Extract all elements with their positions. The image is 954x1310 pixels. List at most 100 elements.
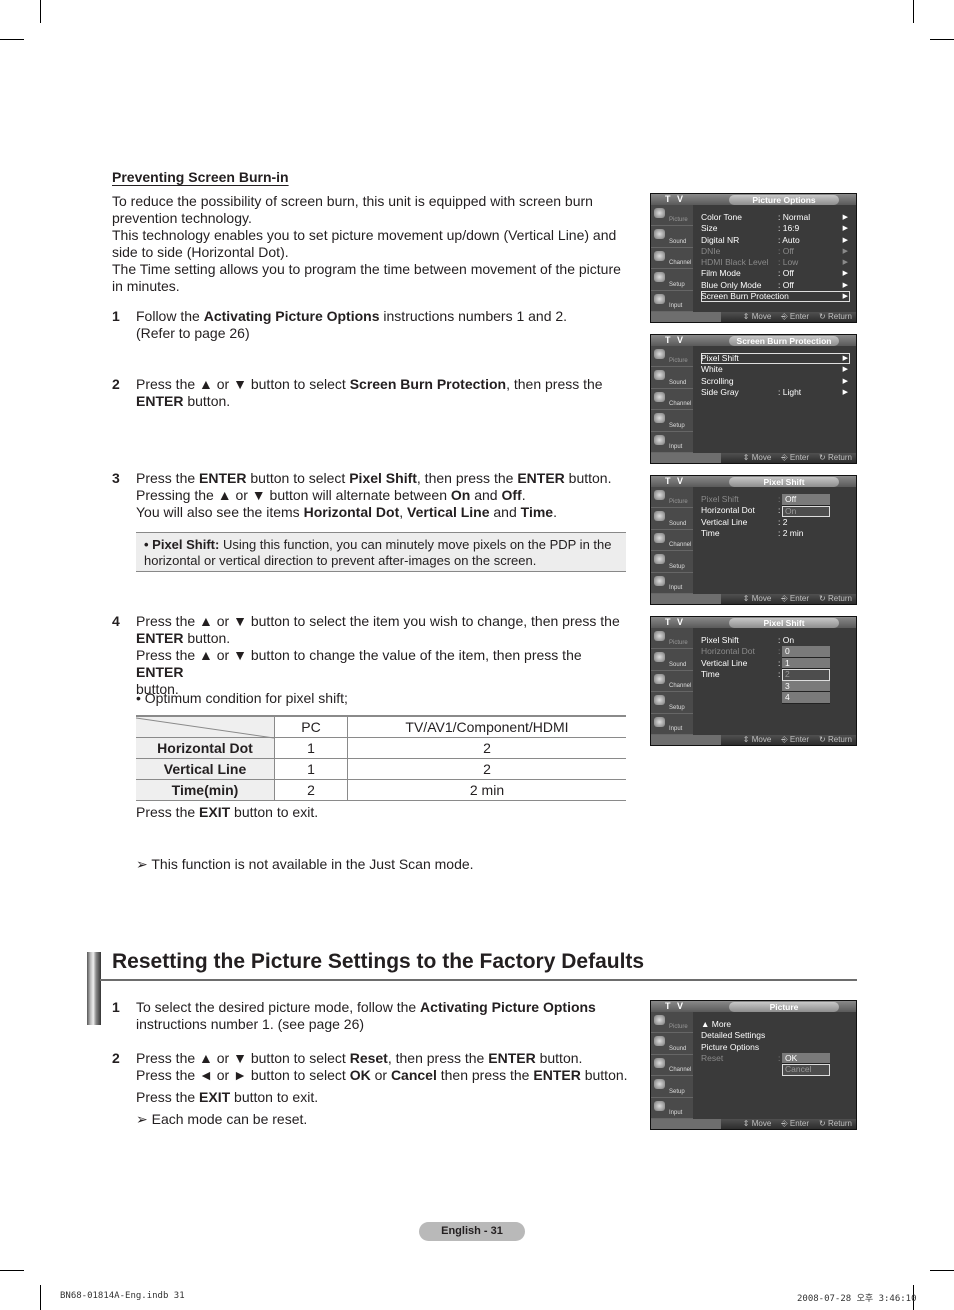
menu-item[interactable]: Color Tone: Normal ▶ (701, 212, 850, 223)
enter-icon: ⎆ (781, 1119, 790, 1128)
menu-item-value: : Low (778, 257, 799, 268)
value-dropdown[interactable]: Off On (782, 494, 830, 517)
dropdown-option[interactable]: 1 (782, 657, 830, 670)
menu-item-label: Time (701, 527, 720, 538)
menu-item[interactable]: White ▶ (701, 364, 850, 375)
sidebar-item-sound[interactable]: Sound (651, 508, 693, 530)
tv-sidebar: Picture Sound Channel Setup Input (651, 487, 693, 594)
tv-title-bar: T V Pixel Shift (651, 617, 856, 628)
text-run: then press the (436, 1067, 534, 1083)
sidebar-item-channel[interactable]: Channel (651, 1055, 693, 1077)
menu-item[interactable]: Pixel Shift: On (701, 635, 850, 646)
sidebar-item-setup[interactable]: Setup (651, 551, 693, 573)
text-run: , then press the (506, 376, 603, 392)
sidebar-item-channel[interactable]: Channel (651, 530, 693, 552)
sidebar-item-input[interactable]: Input (651, 432, 693, 453)
value-dropdown[interactable]: OK Cancel (782, 1052, 830, 1076)
menu-item[interactable]: Vertical Line: 2 (701, 517, 850, 528)
sidebar-item-sound[interactable]: Sound (651, 226, 693, 248)
sidebar-item-input[interactable]: Input (651, 291, 693, 312)
menu-item-label: Detailed Settings (701, 1030, 766, 1041)
menu-item-value: : Off (778, 245, 794, 256)
tip-note: ➢ This function is not available in the … (136, 856, 474, 873)
menu-title: Pixel Shift (729, 477, 839, 487)
channel-icon (654, 1057, 665, 1068)
dropdown-option[interactable]: OK (782, 1052, 830, 1065)
menu-item[interactable]: Digital NR: Auto ▶ (701, 235, 850, 246)
menu-item[interactable]: ▲ More (701, 1019, 850, 1030)
sidebar-item-label: Setup (669, 704, 685, 711)
picture-icon (654, 208, 665, 218)
sidebar-item-picture[interactable]: Picture (651, 1012, 693, 1034)
dropdown-option[interactable]: Off (782, 494, 830, 506)
sidebar-item-picture[interactable]: Picture (651, 487, 693, 509)
dropdown-option[interactable]: 2 (782, 669, 830, 681)
sound-icon (654, 511, 665, 522)
table-row: Time(min) 2 2 min (136, 779, 626, 801)
chevron-right-icon: ▶ (842, 247, 848, 255)
picture-icon (654, 490, 665, 500)
input-icon (654, 716, 665, 727)
sidebar-item-input[interactable]: Input (651, 1098, 693, 1119)
hint-bar-decoration (651, 453, 721, 463)
tv-hint-bar: ⇕ Move ⎆ Enter ↻ Return (651, 594, 856, 604)
sidebar-item-input[interactable]: Input (651, 714, 693, 735)
menu-item-value: : (778, 668, 781, 679)
sound-icon (654, 652, 665, 663)
sidebar-item-input[interactable]: Input (651, 573, 693, 594)
sidebar-item-picture[interactable]: Picture (651, 205, 693, 227)
menu-item-label: Size (701, 223, 718, 234)
dropdown-option[interactable]: On (782, 505, 830, 517)
sidebar-item-label: Channel (669, 1067, 692, 1074)
sidebar-item-setup[interactable]: Setup (651, 410, 693, 432)
menu-item-label: ▲ More (701, 1019, 732, 1029)
dropdown-option[interactable]: 3 (782, 680, 830, 693)
menu-item[interactable]: Detailed Settings (701, 1030, 850, 1041)
sidebar-item-setup[interactable]: Setup (651, 269, 693, 291)
tv-title-bar: T V Pixel Shift (651, 476, 856, 487)
move-icon: ⇕ (742, 735, 752, 744)
dropdown-option[interactable]: Cancel (782, 1064, 830, 1076)
sidebar-item-channel[interactable]: Channel (651, 248, 693, 270)
text-run: instructions number 1. (see page 26) (136, 1016, 365, 1032)
sidebar-item-sound[interactable]: Sound (651, 649, 693, 671)
sidebar-item-setup[interactable]: Setup (651, 1076, 693, 1098)
menu-item[interactable]: Picture Options (701, 1042, 850, 1053)
menu-item-label: Color Tone (701, 212, 742, 222)
menu-title: Pixel Shift (729, 618, 839, 628)
menu-item-value: : On (778, 635, 795, 645)
text-run: Press the (136, 1089, 200, 1105)
sidebar-item-label: Sound (669, 379, 687, 386)
value-dropdown[interactable]: 01234 (782, 646, 830, 704)
sidebar-item-sound[interactable]: Sound (651, 1033, 693, 1055)
sidebar-item-picture[interactable]: Picture (651, 346, 693, 368)
intro-line: To reduce the possibility of screen burn… (112, 193, 593, 226)
sidebar-item-label: Picture (669, 217, 688, 224)
menu-item[interactable]: Film Mode: Off ▶ (701, 268, 850, 279)
menu-item[interactable]: Screen Burn Protection ▶ (701, 291, 850, 303)
menu-item[interactable]: Pixel Shift ▶ (701, 353, 850, 365)
sidebar-item-setup[interactable]: Setup (651, 692, 693, 714)
hint-enter: ⎆ Enter (781, 594, 810, 603)
dropdown-option[interactable]: 4 (782, 692, 830, 704)
menu-item[interactable]: HDMI Black Level: Low ▶ (701, 257, 850, 268)
menu-title: Picture (729, 1002, 839, 1012)
bold-term: Activating Picture Options (203, 308, 380, 324)
move-icon: ⇕ (742, 594, 752, 603)
sidebar-item-sound[interactable]: Sound (651, 367, 693, 389)
menu-item[interactable]: DNIe: Off ▶ (701, 246, 850, 257)
bold-term: Activating Picture Options (420, 999, 596, 1015)
sidebar-item-label: Channel (669, 260, 692, 267)
menu-item[interactable]: Side Gray: Light ▶ (701, 387, 850, 398)
menu-item[interactable]: Scrolling ▶ (701, 376, 850, 387)
bold-term: EXIT (199, 1089, 231, 1105)
sidebar-item-picture[interactable]: Picture (651, 628, 693, 650)
menu-item[interactable]: Time: 2 min (701, 528, 850, 539)
menu-item[interactable]: Size: 16:9 ▶ (701, 223, 850, 234)
menu-item[interactable]: Blue Only Mode: Off ▶ (701, 280, 850, 291)
tv-label: T V (665, 194, 686, 204)
dropdown-option[interactable]: 0 (782, 646, 830, 658)
setup-icon (654, 272, 665, 283)
sidebar-item-channel[interactable]: Channel (651, 389, 693, 411)
sidebar-item-channel[interactable]: Channel (651, 671, 693, 693)
